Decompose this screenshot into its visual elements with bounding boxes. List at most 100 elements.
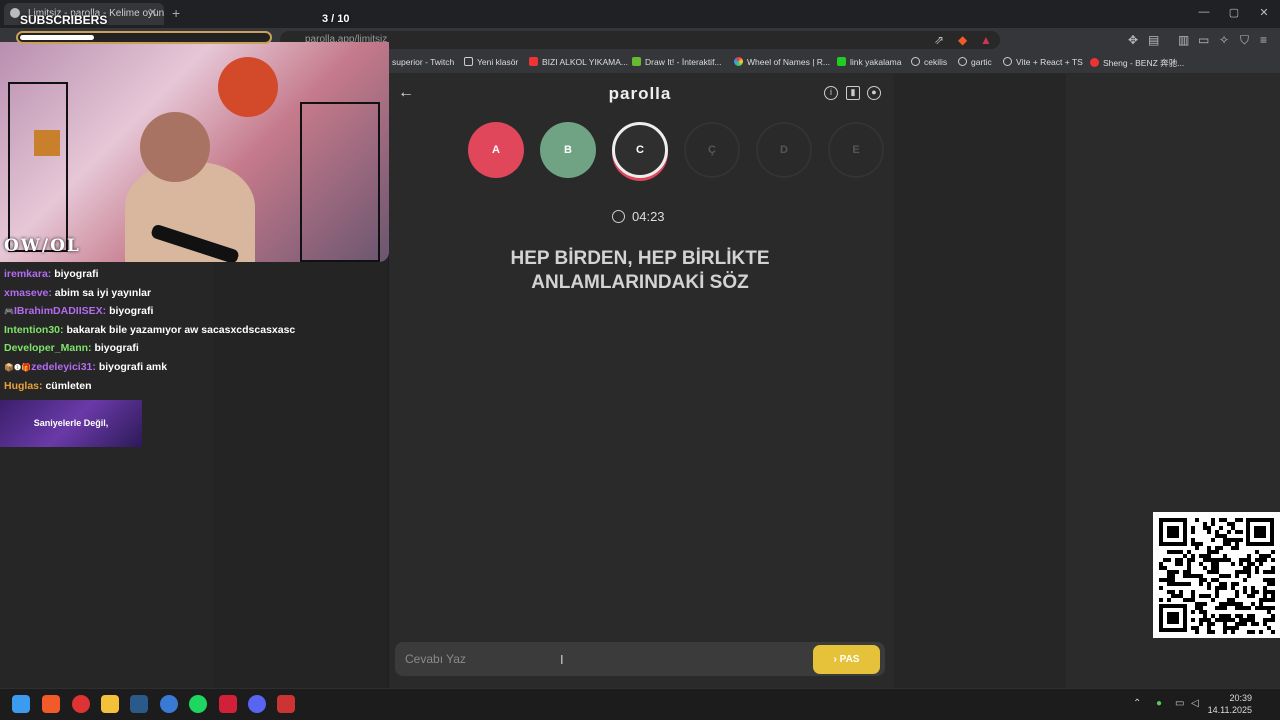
chat-text: biyografi [54,268,99,280]
back-arrow-icon[interactable]: ← [398,84,414,102]
subscribers-label: SUBSCRIBERS [20,13,108,27]
answer-input[interactable] [395,642,885,676]
bookmark-item[interactable]: cekilis [911,57,947,67]
globe-icon [958,57,967,66]
qr-code-graphic [1159,518,1275,634]
stream-chat: iremkara: biyografi xmaseve: abim sa iyi … [4,268,384,398]
chat-message: 🎮IBrahimDADIISEX: biyografi [4,305,384,324]
chat-username[interactable]: xmaseve [4,287,48,299]
sidebar-icon[interactable]: ▥ [1178,33,1189,47]
question-text: HEP BİRDEN, HEP BİRLİKTE ANLAMLARINDAKİ … [510,248,770,293]
chat-text: abim sa iyi yayınlar [54,286,152,299]
chat-username[interactable]: iremkara [4,268,48,280]
app-red-icon[interactable] [219,695,237,713]
stats-icon[interactable]: ▮ [846,86,860,100]
chat-text: cümleten [45,379,92,392]
share-icon[interactable]: ⇗ [934,33,944,47]
discord-icon[interactable] [248,695,266,713]
bookmark-item[interactable]: Sheng - BENZ 奔驰... [1090,57,1184,69]
maximize-button[interactable]: ▢ [1224,6,1244,19]
page-background [894,74,1066,688]
chat-text: biyografi amk [98,360,168,373]
tab-favicon-icon [10,8,20,18]
reader-icon[interactable]: ▤ [1148,33,1159,47]
app-news-icon[interactable] [277,695,295,713]
chat-username[interactable]: IBrahimDADIISEX [14,305,103,317]
clock-icon [612,210,625,223]
profile-icon[interactable]: ● [867,86,881,100]
extensions-icon[interactable]: ✥ [1128,33,1138,47]
windows-start-icon[interactable] [12,695,30,713]
chat-message: Huglas: cümleten [4,380,384,399]
bookmark-item[interactable]: Draw It! - İnteraktif... [632,57,722,67]
letter-circle-b: B [540,122,596,178]
brave-rewards-icon[interactable]: ▲ [980,33,992,47]
brave-shield-icon[interactable]: ◆ [958,33,967,47]
chat-message: iremkara: biyografi [4,268,384,287]
letter-circle-e: E [828,122,884,178]
shelf-left [8,82,68,252]
brave-browser-icon[interactable] [42,695,60,713]
chat-text: bakarak bile yazamıyor aw sacasxcdscasxa… [66,323,296,336]
browser-tab-bar [0,0,1280,28]
letter-circle-ç: Ç [684,122,740,178]
pass-label: PAS [839,654,860,665]
tray-chevron-icon[interactable]: ⌃ [1133,698,1141,709]
bookmark-item[interactable]: superior - Twitch [392,57,454,67]
network-icon[interactable]: ▭ [1175,698,1184,709]
bookmark-item[interactable]: BIZI ALKOL YIKAMA... [529,57,628,67]
wallet-icon[interactable]: ▭ [1198,33,1209,47]
vpn-icon[interactable]: ⛉ [1240,33,1249,48]
maps-pin-icon[interactable] [72,695,90,713]
chat-username[interactable]: zedeleyici31 [31,361,92,373]
qr-code [1153,512,1280,638]
timer: 04:23 [632,209,665,224]
shelf-item [34,130,60,156]
draw-icon [632,57,641,66]
chat-message: Developer_Mann: biyografi [4,342,384,361]
bookmark-item[interactable]: Yeni klasör [464,57,518,67]
tab-close-icon[interactable]: ✕ [148,6,157,19]
file-explorer-icon[interactable] [101,695,119,713]
chat-username[interactable]: Developer_Mann [4,342,88,354]
bookmark-item[interactable]: Vite + React + TS [1003,57,1083,67]
steam-icon[interactable] [130,695,148,713]
wheel-icon [734,57,743,66]
chat-username[interactable]: Intention30 [4,324,60,336]
youtube-icon [529,57,538,66]
volume-icon[interactable]: ◁ [1191,698,1199,709]
chat-username[interactable]: Huglas [4,380,39,392]
letter-circle-d: D [756,122,812,178]
chat-badge-icon: 🎮 [4,307,14,317]
pass-button[interactable]: › PAS [813,645,880,674]
leo-ai-icon[interactable]: ✧ [1219,33,1229,47]
spotify-icon[interactable] [189,695,207,713]
info-icon[interactable]: i [824,86,838,100]
bookmark-item[interactable]: gartic [958,57,992,67]
minimize-button[interactable]: — [1194,6,1214,18]
chat-text: biyografi [94,342,139,355]
bookmark-item[interactable]: Wheel of Names | R... [734,57,830,67]
globe-icon [1003,57,1012,66]
microphone-icon[interactable]: ● [1156,698,1162,709]
close-window-button[interactable]: ✕ [1254,6,1274,19]
streamer-head [140,112,210,182]
clock-date: 14.11.2025 [1207,705,1252,715]
game-title: parolla [608,84,672,103]
app-icon[interactable] [160,695,178,713]
clock-time: 20:39 [1229,693,1252,703]
text-cursor-icon: I [560,652,564,667]
youtube-icon [1090,58,1099,67]
chevron-right-icon: › [833,654,837,665]
chat-badge-icon: 📦❶🎁 [4,362,32,372]
menu-icon[interactable]: ≡ [1260,33,1267,47]
wall-art [218,57,278,117]
bookmark-item[interactable]: link yakalama [837,57,902,67]
globe-icon [911,57,920,66]
webcam-feed [0,42,389,262]
new-tab-button[interactable]: + [172,5,180,21]
letter-circle-a: A [468,122,524,178]
folder-icon [464,57,473,66]
chat-text: biyografi [109,305,154,318]
chat-message: Intention30: bakarak bile yazamıyor aw s… [4,324,384,343]
